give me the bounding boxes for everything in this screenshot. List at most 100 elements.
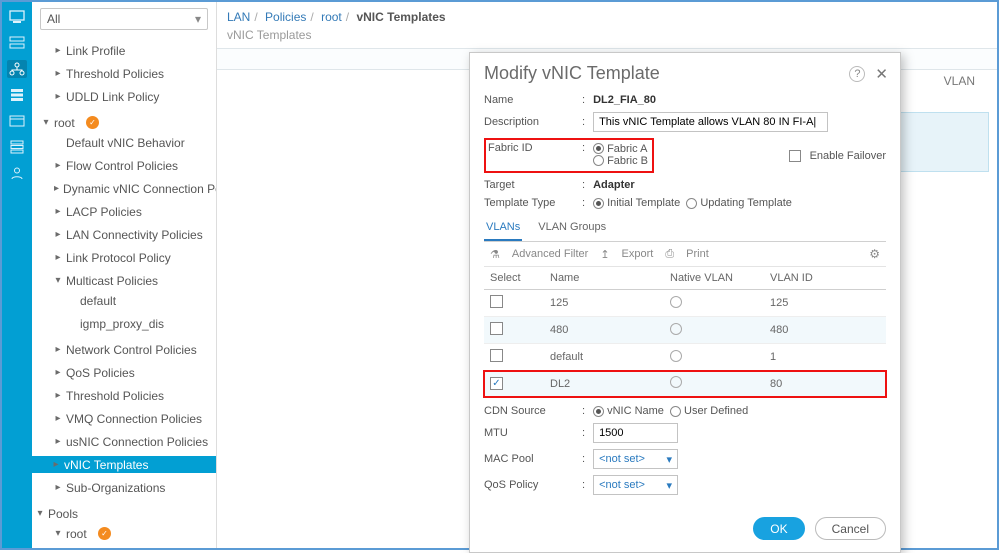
- mtu-input[interactable]: [593, 423, 678, 443]
- row-select-checkbox[interactable]: [490, 295, 503, 308]
- radio-cdn-user-defined[interactable]: User Defined: [670, 405, 748, 417]
- row-vlanid: 480: [764, 317, 886, 344]
- value-target: Adapter: [593, 179, 635, 191]
- chevron-down-icon: ▾: [667, 453, 673, 466]
- rail-icon-lan[interactable]: [7, 60, 27, 78]
- tree-item[interactable]: ▸LACP Policies: [32, 203, 216, 220]
- tree-item[interactable]: ▸Link Profile: [32, 42, 216, 59]
- row-native-radio[interactable]: [670, 296, 682, 308]
- tree-item[interactable]: ▸Flow Control Policies: [32, 157, 216, 174]
- close-icon[interactable]: ✕: [875, 65, 888, 83]
- tab-vlans[interactable]: VLANs: [484, 215, 522, 241]
- org-badge-icon: [86, 116, 99, 129]
- table-row[interactable]: 480 480: [484, 317, 886, 344]
- row-name: 125: [544, 290, 664, 317]
- ok-button[interactable]: OK: [753, 517, 804, 540]
- tree-item[interactable]: ▸VMQ Connection Policies: [32, 410, 216, 427]
- table-row[interactable]: 125 125: [484, 290, 886, 317]
- rail-icon-admin[interactable]: [7, 164, 27, 182]
- tree-item[interactable]: default: [32, 292, 216, 309]
- tree-item[interactable]: ▾IP Pools: [32, 545, 216, 548]
- chevron-down-icon: ▾: [195, 12, 201, 26]
- label-name: Name: [484, 94, 574, 106]
- nav-tree: All ▾ ▸Link Profile ▸Threshold Policies …: [32, 2, 217, 548]
- crumb-root[interactable]: root: [321, 10, 342, 24]
- tree-item[interactable]: ▸LAN Connectivity Policies: [32, 226, 216, 243]
- rail-icon-san[interactable]: [7, 86, 27, 104]
- crumb-policies[interactable]: Policies: [265, 10, 306, 24]
- row-vlanid: 1: [764, 344, 886, 371]
- filter-value: All: [47, 12, 60, 26]
- tree-item[interactable]: ▸UDLD Link Policy: [32, 88, 216, 105]
- radio-initial-template[interactable]: Initial Template: [593, 197, 680, 209]
- tree-item-root[interactable]: ▾root: [32, 114, 216, 131]
- row-select-checkbox[interactable]: [490, 322, 503, 335]
- table-row[interactable]: DL280: [484, 371, 886, 397]
- qos-policy-select[interactable]: <not set>▾: [593, 475, 678, 495]
- print-button[interactable]: Print: [686, 248, 709, 260]
- tab-vlan-groups[interactable]: VLAN Groups: [536, 215, 608, 241]
- modify-vnic-template-dialog: Modify vNIC Template ? ✕ Name : DL2_FIA_…: [469, 52, 901, 553]
- tree-item-pools[interactable]: ▾Pools: [32, 505, 216, 522]
- export-button[interactable]: Export: [622, 248, 654, 260]
- left-rail: [2, 2, 32, 548]
- row-select-checkbox[interactable]: [490, 377, 503, 390]
- label-fabric-id: Fabric ID: [488, 142, 574, 154]
- label-target: Target: [484, 179, 574, 191]
- mac-pool-select[interactable]: <not set>▾: [593, 449, 678, 469]
- label-template-type: Template Type: [484, 197, 574, 209]
- tree-item[interactable]: ▸Network Control Policies: [32, 341, 216, 358]
- radio-updating-template[interactable]: Updating Template: [686, 197, 792, 209]
- row-native-radio[interactable]: [670, 323, 682, 335]
- crumb-lan[interactable]: LAN: [227, 10, 250, 24]
- row-native-radio[interactable]: [670, 376, 682, 388]
- vlan-grid: Select Name Native VLAN VLAN ID 12512548…: [484, 267, 886, 397]
- label-description: Description: [484, 116, 574, 128]
- print-icon: ⎙: [665, 248, 674, 261]
- filter-icon: ⚗: [490, 248, 500, 261]
- label-mac-pool: MAC Pool: [484, 453, 574, 465]
- tree-item[interactable]: igmp_proxy_dis: [32, 315, 216, 332]
- main-panel: LAN/ Policies/ root/ vNIC Templates vNIC…: [217, 2, 997, 548]
- row-name: 480: [544, 317, 664, 344]
- col-name[interactable]: Name: [544, 267, 664, 290]
- description-input[interactable]: [593, 112, 828, 132]
- col-select[interactable]: Select: [484, 267, 544, 290]
- checkbox-enable-failover[interactable]: Enable Failover: [789, 150, 887, 162]
- row-native-radio[interactable]: [670, 350, 682, 362]
- col-vlanid[interactable]: VLAN ID: [764, 267, 886, 290]
- tree-item[interactable]: ▸Threshold Policies: [32, 65, 216, 82]
- help-icon[interactable]: ?: [849, 66, 865, 82]
- radio-fabric-b[interactable]: Fabric B: [593, 155, 648, 167]
- tree-item[interactable]: ▸usNIC Connection Policies: [32, 433, 216, 450]
- tree-item[interactable]: ▾root: [32, 525, 216, 542]
- rail-icon-vm[interactable]: [7, 112, 27, 130]
- org-badge-icon: [98, 527, 111, 540]
- breadcrumb: LAN/ Policies/ root/ vNIC Templates: [217, 2, 997, 26]
- tree-item[interactable]: ▸Sub-Organizations: [32, 479, 216, 496]
- row-select-checkbox[interactable]: [490, 349, 503, 362]
- tree-item[interactable]: Default vNIC Behavior: [32, 134, 216, 151]
- chevron-down-icon: ▾: [667, 479, 673, 492]
- tree-item[interactable]: ▸QoS Policies: [32, 364, 216, 381]
- cancel-button[interactable]: Cancel: [815, 517, 886, 540]
- modal-title: Modify vNIC Template: [484, 63, 660, 84]
- gear-icon[interactable]: ⚙: [869, 247, 880, 261]
- radio-fabric-a[interactable]: Fabric A: [593, 143, 647, 155]
- tree-item[interactable]: ▸Dynamic vNIC Connection Policies: [32, 180, 216, 197]
- tree-item[interactable]: ▸Threshold Policies: [32, 387, 216, 404]
- rail-icon-storage[interactable]: [7, 138, 27, 156]
- rail-icon-equipment[interactable]: [7, 8, 27, 26]
- col-native[interactable]: Native VLAN: [664, 267, 764, 290]
- row-vlanid: 125: [764, 290, 886, 317]
- tree-item[interactable]: ▸Link Protocol Policy: [32, 249, 216, 266]
- crumb-current: vNIC Templates: [356, 10, 445, 24]
- radio-cdn-vnic-name[interactable]: vNIC Name: [593, 405, 664, 417]
- row-vlanid: 80: [764, 371, 886, 397]
- table-row[interactable]: default1: [484, 344, 886, 371]
- rail-icon-servers[interactable]: [7, 34, 27, 52]
- filter-select[interactable]: All ▾: [40, 8, 208, 30]
- tree-item-vnic-templates[interactable]: ▸vNIC Templates: [32, 456, 216, 473]
- tree-item[interactable]: ▾Multicast Policies: [32, 272, 216, 289]
- advanced-filter-button[interactable]: Advanced Filter: [512, 248, 588, 260]
